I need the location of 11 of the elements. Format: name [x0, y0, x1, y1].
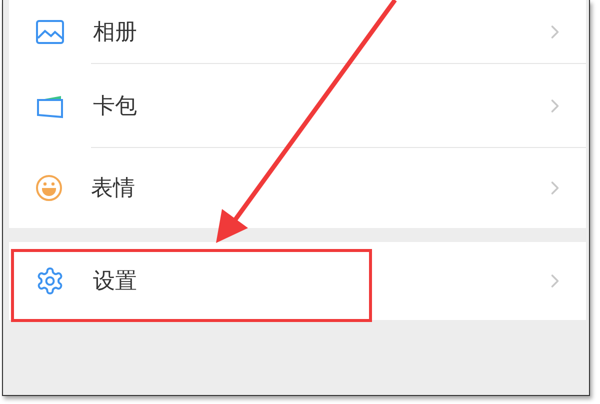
smiley-icon [35, 174, 63, 202]
menu-item[interactable]: 设置 [9, 242, 586, 320]
menu-item[interactable]: 表情 [9, 148, 586, 228]
menu-label: 卡包 [92, 92, 138, 120]
menu-item[interactable]: 相册 [9, 0, 586, 63]
menu-item[interactable]: 卡包 [9, 64, 586, 147]
menu-label: 设置 [92, 268, 138, 296]
picture-icon [35, 18, 65, 44]
menu-label: 表情 [90, 175, 136, 203]
settings-icon [35, 266, 65, 296]
menu-label: 相册 [92, 18, 138, 46]
